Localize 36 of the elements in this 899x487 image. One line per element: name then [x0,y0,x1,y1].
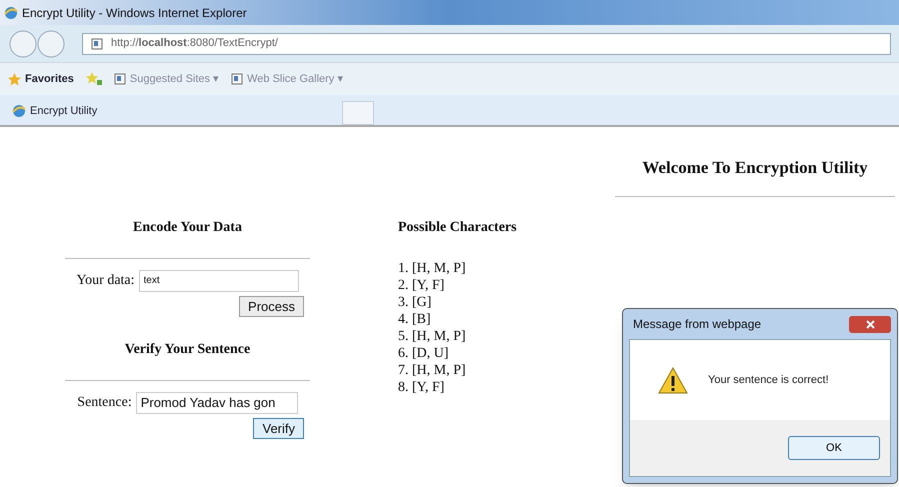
ok-button[interactable]: OK [788,436,880,460]
list-item: 7. [H, M, P] [398,362,467,378]
list-item: 1. [H, M, P] [398,260,467,276]
section-heading: Possible Characters [398,218,517,236]
field-label: Sentence: [77,394,132,412]
address-bar[interactable]: http://localhost:8080/TextEncrypt/ [82,32,891,54]
list-item: 4. [B] [398,310,432,328]
section-heading: Verify Your Sentence [124,340,252,358]
page-heading: Welcome To Encryption Utility [642,157,868,179]
list-item: 5. [H, M, P] [398,328,467,344]
text-field[interactable]: Promod Yadav has gon [136,392,298,414]
globe-icon [12,104,26,118]
close-icon [866,320,874,328]
page-icon [114,73,126,85]
text-field[interactable]: text [138,270,299,292]
list-item: 8. [Y, F] [398,378,446,396]
page-icon [91,38,103,50]
list-item: 6. [D, U] [398,344,450,362]
list-item: 3. [G] [398,294,432,310]
dialog-title: Message from webpage [633,316,762,333]
page-icon [231,73,244,85]
globe-icon [4,6,18,20]
warning-icon [658,366,688,394]
field-label: Your data: [76,272,135,290]
favorites-button[interactable]: Favorites [8,70,74,88]
star-icon [8,72,21,86]
window-title: Encrypt Utility - Windows Internet Explorer [22,4,247,22]
list-item: 2. [Y, F] [398,276,446,294]
add-favorite-icon[interactable] [86,72,102,86]
close-button[interactable] [849,316,891,332]
process-button[interactable]: Process [239,296,304,316]
url-text: http://localhost:8080/TextEncrypt/ [111,36,278,52]
verify-button[interactable]: Verify [253,418,304,438]
browser-tab[interactable] [342,101,374,125]
dialog-message: Your sentence is correct! [708,372,829,388]
section-heading: Encode Your Data [132,218,243,236]
